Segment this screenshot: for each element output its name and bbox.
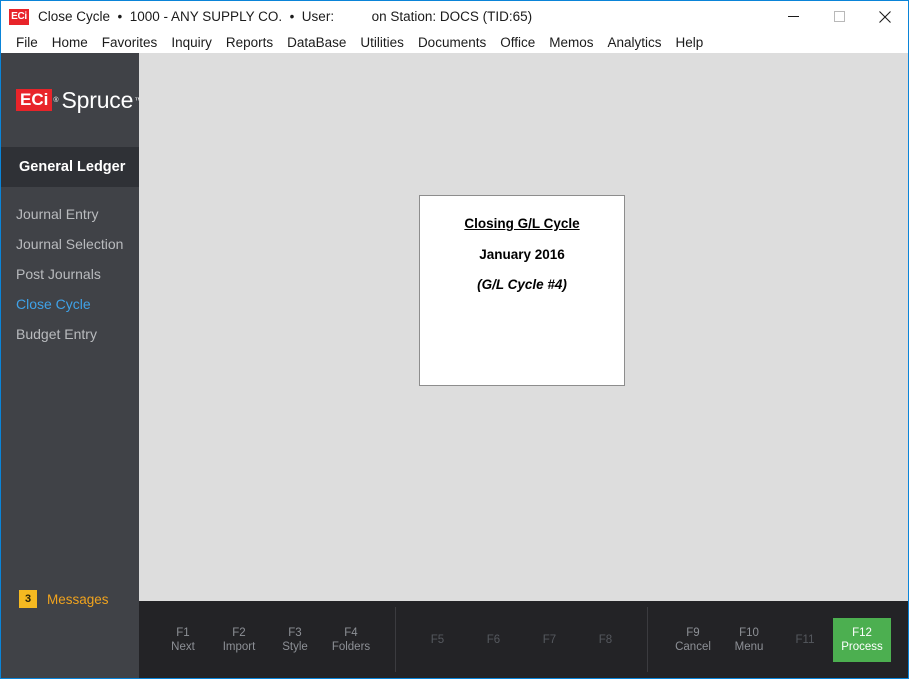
sidebar-item-journal-selection[interactable]: Journal Selection bbox=[1, 229, 139, 259]
function-key-f2[interactable]: F2 Import bbox=[211, 618, 267, 662]
function-key-group-3: F9 Cancel F10 Menu F11 F12 Process bbox=[648, 601, 908, 678]
function-key-f3-label: Style bbox=[282, 640, 308, 653]
function-key-f5: F5 bbox=[410, 618, 466, 662]
sidebar-item-label: Close Cycle bbox=[16, 296, 91, 312]
function-key-f6-key: F6 bbox=[486, 633, 501, 646]
menu-item-analytics[interactable]: Analytics bbox=[601, 32, 669, 53]
menu-bar: File Home Favorites Inquiry Reports Data… bbox=[1, 32, 908, 53]
menu-item-memos[interactable]: Memos bbox=[542, 32, 600, 53]
function-key-f2-key: F2 bbox=[232, 626, 246, 639]
function-key-f4-label: Folders bbox=[331, 640, 371, 653]
sidebar-item-label: Journal Entry bbox=[16, 206, 99, 222]
function-key-f1-key: F1 bbox=[176, 626, 190, 639]
menu-item-home[interactable]: Home bbox=[45, 32, 95, 53]
function-key-group-2: F5 F6 F7 F8 bbox=[396, 601, 647, 678]
function-key-f5-key: F5 bbox=[430, 633, 445, 646]
logo-eci-mark: ECi bbox=[16, 89, 53, 111]
module-title: General Ledger bbox=[1, 147, 139, 187]
function-key-f10-key: F10 bbox=[739, 626, 759, 639]
function-key-f12-process[interactable]: F12 Process bbox=[833, 617, 891, 662]
function-key-f7-key: F7 bbox=[542, 633, 557, 646]
title-bar-left: ECi Close Cycle • 1000 - ANY SUPPLY CO. … bbox=[1, 8, 770, 25]
minimize-button[interactable] bbox=[770, 1, 816, 32]
menu-item-utilities[interactable]: Utilities bbox=[353, 32, 411, 53]
sidebar-item-close-cycle[interactable]: Close Cycle bbox=[1, 289, 139, 319]
function-key-f11-key: F11 bbox=[795, 633, 815, 646]
function-key-f9-key: F9 bbox=[686, 626, 700, 639]
menu-item-database[interactable]: DataBase bbox=[280, 32, 353, 53]
maximize-icon bbox=[833, 11, 845, 22]
window-controls bbox=[770, 1, 908, 32]
brand-logo: ECi ® Spruce ™ bbox=[1, 53, 139, 147]
sidebar-item-post-journals[interactable]: Post Journals bbox=[1, 259, 139, 289]
title-bar: ECi Close Cycle • 1000 - ANY SUPPLY CO. … bbox=[1, 1, 908, 32]
menu-item-office[interactable]: Office bbox=[493, 32, 542, 53]
sidebar: ECi ® Spruce ™ General Ledger Journal En… bbox=[1, 53, 139, 678]
menu-item-documents[interactable]: Documents bbox=[411, 32, 493, 53]
menu-item-reports[interactable]: Reports bbox=[219, 32, 280, 53]
messages-count-badge: 3 bbox=[19, 590, 37, 608]
function-key-f2-label: Import bbox=[222, 640, 256, 653]
maximize-button[interactable] bbox=[816, 1, 862, 32]
sidebar-item-budget-entry[interactable]: Budget Entry bbox=[1, 319, 139, 349]
document-title: Closing G/L Cycle bbox=[464, 216, 580, 231]
close-button[interactable] bbox=[862, 1, 908, 32]
menu-item-help[interactable]: Help bbox=[669, 32, 711, 53]
menu-item-inquiry[interactable]: Inquiry bbox=[164, 32, 219, 53]
messages-label: Messages bbox=[47, 591, 109, 607]
logo-wordmark: Spruce bbox=[61, 86, 134, 113]
function-key-f6: F6 bbox=[466, 618, 522, 662]
menu-item-favorites[interactable]: Favorites bbox=[95, 32, 165, 53]
menu-item-file[interactable]: File bbox=[9, 32, 45, 53]
application-window: ECi Close Cycle • 1000 - ANY SUPPLY CO. … bbox=[0, 0, 909, 679]
function-key-f3[interactable]: F3 Style bbox=[267, 618, 323, 662]
function-key-f4-key: F4 bbox=[344, 626, 358, 639]
function-key-f11: F11 bbox=[777, 618, 833, 662]
minimize-icon bbox=[787, 16, 799, 17]
function-key-f10-label: Menu bbox=[734, 640, 764, 653]
window-title: Close Cycle • 1000 - ANY SUPPLY CO. • Us… bbox=[38, 9, 533, 24]
logo-registered-mark: ® bbox=[53, 96, 59, 104]
function-key-f12-label: Process bbox=[841, 640, 883, 653]
sidebar-item-journal-entry[interactable]: Journal Entry bbox=[1, 199, 139, 229]
function-key-f9-label: Cancel bbox=[675, 640, 711, 653]
function-key-f10[interactable]: F10 Menu bbox=[721, 618, 777, 662]
function-key-f4[interactable]: F4 Folders bbox=[323, 618, 379, 662]
sidebar-item-label: Journal Selection bbox=[16, 236, 124, 252]
document-period: January 2016 bbox=[479, 247, 565, 262]
sidebar-nav: Journal Entry Journal Selection Post Jou… bbox=[1, 187, 139, 349]
function-key-group-1: F1 Next F2 Import F3 Style F4 Folders bbox=[139, 601, 395, 678]
main-content: Closing G/L Cycle January 2016 (G/L Cycl… bbox=[139, 53, 908, 601]
function-key-f12-key: F12 bbox=[852, 626, 872, 639]
sidebar-item-label: Post Journals bbox=[16, 266, 101, 282]
document-cycle: (G/L Cycle #4) bbox=[477, 277, 567, 292]
function-key-bar: F1 Next F2 Import F3 Style F4 Folders F5 bbox=[139, 601, 908, 678]
function-key-f3-key: F3 bbox=[288, 626, 302, 639]
eci-logo-icon: ECi bbox=[9, 8, 29, 25]
function-key-f1-label: Next bbox=[171, 640, 195, 653]
function-key-f8-key: F8 bbox=[598, 633, 613, 646]
document-preview-panel[interactable]: Closing G/L Cycle January 2016 (G/L Cycl… bbox=[419, 195, 625, 386]
close-icon bbox=[879, 10, 891, 23]
spruce-logo-icon: ECi ® Spruce ™ bbox=[16, 86, 139, 113]
sidebar-item-label: Budget Entry bbox=[16, 326, 97, 342]
messages-link[interactable]: 3 Messages bbox=[1, 588, 139, 610]
function-key-f1[interactable]: F1 Next bbox=[155, 618, 211, 662]
function-key-f7: F7 bbox=[522, 618, 578, 662]
function-key-f9[interactable]: F9 Cancel bbox=[665, 618, 721, 662]
function-key-f8: F8 bbox=[578, 618, 634, 662]
